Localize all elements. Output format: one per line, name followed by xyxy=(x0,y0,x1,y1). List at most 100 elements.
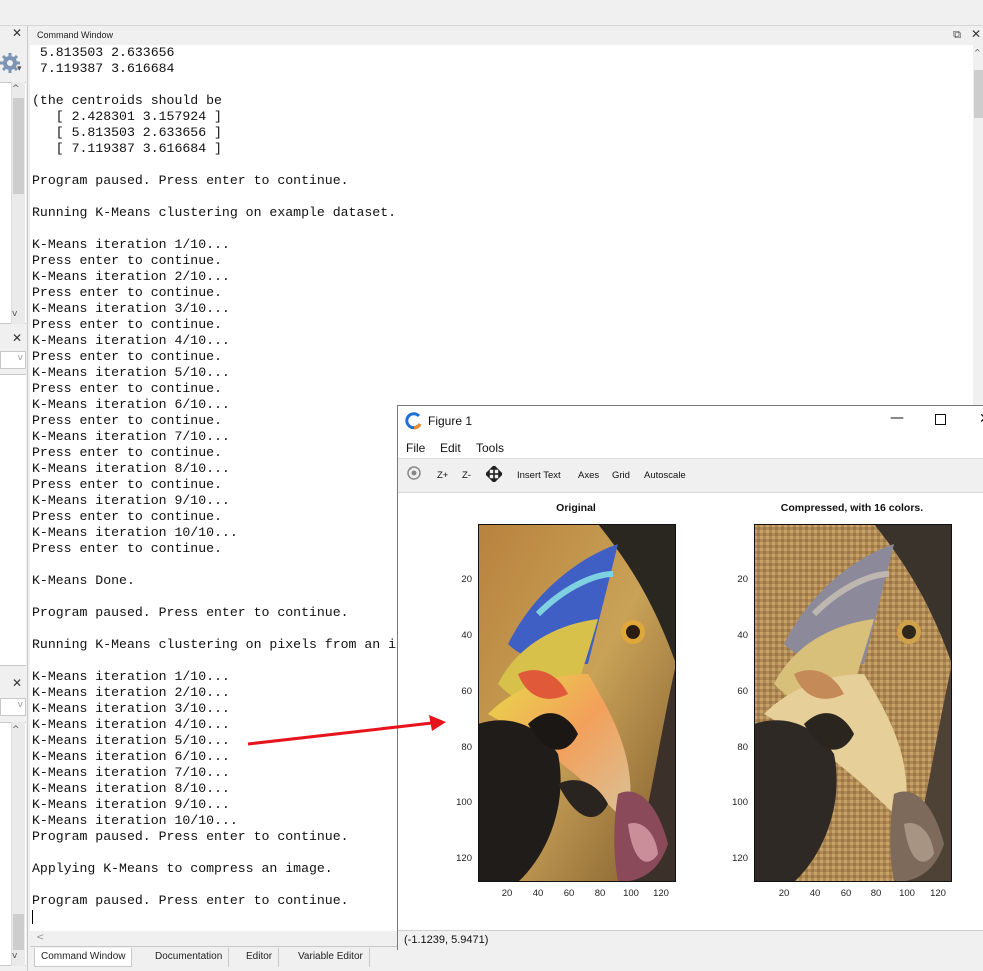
menu-edit[interactable]: Edit xyxy=(440,441,461,455)
console-line: Press enter to continue. xyxy=(32,509,222,524)
console-line: 7.119387 3.616684 xyxy=(32,61,175,76)
chevron-down-icon: v xyxy=(17,700,23,710)
minimize-button[interactable]: — xyxy=(890,410,904,426)
xtick: 40 xyxy=(809,888,821,899)
console-line: Program paused. Press enter to continue. xyxy=(32,893,349,908)
console-line: Press enter to continue. xyxy=(32,317,222,332)
left-dock-panels: ✕ ▾ ^ v ✕ v ✕ v ^ v xyxy=(0,26,28,971)
console-line: K-Means iteration 10/10... xyxy=(32,525,238,540)
history-scroll-thumb[interactable] xyxy=(13,914,24,950)
close-button[interactable]: ✕ xyxy=(979,411,983,427)
compressed-image xyxy=(754,524,952,882)
console-line: Press enter to continue. xyxy=(32,477,222,492)
cursor-coordinates: (-1.1239, 5.9471) xyxy=(404,934,489,946)
command-window-header: Command Window ⧉ ✕ xyxy=(30,27,983,45)
ytick: 60 xyxy=(461,686,472,697)
panel-close-icon[interactable]: ✕ xyxy=(12,26,22,40)
figure-title: Figure 1 xyxy=(428,414,473,428)
original-image xyxy=(478,524,676,882)
scroll-left-icon[interactable]: < xyxy=(36,932,44,943)
console-line: 5.813503 2.633656 xyxy=(32,45,175,60)
console-line: Press enter to continue. xyxy=(32,413,222,428)
console-line: Program paused. Press enter to continue. xyxy=(32,173,349,188)
scroll-down-icon[interactable]: v xyxy=(12,951,17,961)
close-icon[interactable]: ✕ xyxy=(971,27,981,41)
console-line: K-Means iteration 10/10... xyxy=(32,813,238,828)
scroll-up-icon[interactable]: ^ xyxy=(12,725,20,735)
workspace-panel xyxy=(0,374,26,666)
xtick: 80 xyxy=(594,888,606,899)
ytick: 20 xyxy=(461,574,472,585)
maximize-button[interactable] xyxy=(935,414,946,425)
xtick: 20 xyxy=(778,888,790,899)
console-line: Program paused. Press enter to continue. xyxy=(32,605,349,620)
top-strip xyxy=(0,0,983,26)
console-line: Press enter to continue. xyxy=(32,349,222,364)
console-line: K-Means iteration 5/10... xyxy=(32,365,230,380)
text-cursor xyxy=(32,910,33,924)
scroll-down-icon[interactable]: v xyxy=(12,309,17,319)
zoom-out-button[interactable]: Z- xyxy=(462,470,471,481)
xtick: 120 xyxy=(930,888,946,899)
undock-icon[interactable]: ⧉ xyxy=(953,28,961,42)
tab-command-window[interactable]: Command Window xyxy=(34,948,133,967)
history-filter-combo[interactable]: v xyxy=(0,698,26,716)
tab-documentation[interactable]: Documentation xyxy=(149,948,230,967)
insert-text-button[interactable]: Insert Text xyxy=(517,470,561,481)
chevron-down-icon[interactable]: ▾ xyxy=(17,64,22,74)
xtick: 40 xyxy=(532,888,544,899)
xtick: 20 xyxy=(501,888,513,899)
console-line: K-Means iteration 9/10... xyxy=(32,493,230,508)
scroll-up-icon[interactable]: ^ xyxy=(974,48,981,57)
console-line: Applying K-Means to compress an image. xyxy=(32,861,333,876)
console-line: K-Means iteration 3/10... xyxy=(32,301,230,316)
console-line: [ 2.428301 3.157924 ] xyxy=(32,109,222,124)
zoom-in-button[interactable]: Z+ xyxy=(437,470,448,481)
rotate-icon[interactable] xyxy=(406,465,422,481)
console-line: Press enter to continue. xyxy=(32,285,222,300)
pan-icon[interactable] xyxy=(486,466,502,482)
panel-close-icon[interactable]: ✕ xyxy=(12,676,22,690)
console-line: K-Means iteration 9/10... xyxy=(32,797,230,812)
figure-window[interactable]: Figure 1 — ✕ File Edit Tools Z+ Z- Inser… xyxy=(397,405,983,951)
xtick: 60 xyxy=(563,888,575,899)
command-window-scroll-thumb[interactable] xyxy=(974,70,983,118)
console-line: Press enter to continue. xyxy=(32,381,222,396)
octave-logo-icon xyxy=(405,412,422,430)
ytick: 100 xyxy=(456,797,472,808)
tab-editor[interactable]: Editor xyxy=(240,948,280,967)
annotation-arrow xyxy=(247,715,446,746)
menu-file[interactable]: File xyxy=(406,441,425,455)
console-line: Program paused. Press enter to continue. xyxy=(32,829,349,844)
xtick: 100 xyxy=(899,888,915,899)
ytick: 60 xyxy=(737,686,748,697)
scroll-up-icon[interactable]: ^ xyxy=(12,84,20,94)
console-line: K-Means iteration 8/10... xyxy=(32,781,230,796)
tab-variable-editor[interactable]: Variable Editor xyxy=(292,948,370,967)
console-line: [ 7.119387 3.616684 ] xyxy=(32,141,222,156)
console-line: Running K-Means clustering on pixels fro… xyxy=(32,637,397,652)
autoscale-button[interactable]: Autoscale xyxy=(644,470,686,481)
xtick: 60 xyxy=(840,888,852,899)
console-line: K-Means iteration 7/10... xyxy=(32,429,230,444)
workspace-filter-combo[interactable]: v xyxy=(0,351,26,369)
console-line: Press enter to continue. xyxy=(32,541,222,556)
panel-close-icon[interactable]: ✕ xyxy=(12,331,22,345)
grid-button[interactable]: Grid xyxy=(612,470,630,481)
axes-button[interactable]: Axes xyxy=(578,470,599,481)
ytick: 80 xyxy=(737,742,748,753)
axes-title-original: Original xyxy=(556,502,596,514)
menu-tools[interactable]: Tools xyxy=(476,441,504,455)
ytick: 20 xyxy=(737,574,748,585)
xtick: 120 xyxy=(653,888,669,899)
console-line: K-Means iteration 6/10... xyxy=(32,749,230,764)
console-line: K-Means iteration 6/10... xyxy=(32,397,230,412)
file-browser-scroll-thumb[interactable] xyxy=(13,98,24,194)
